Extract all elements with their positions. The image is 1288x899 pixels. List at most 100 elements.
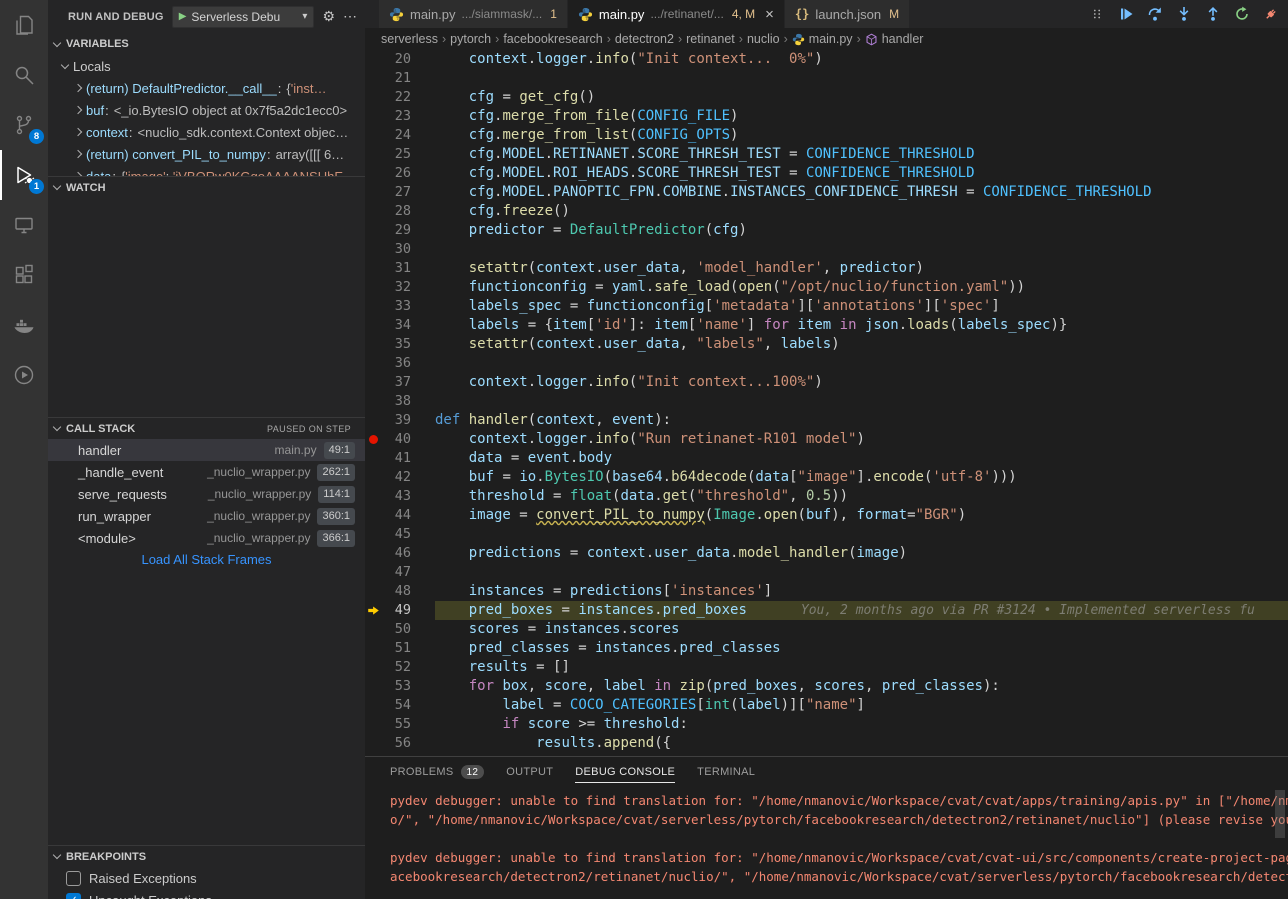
code-line[interactable]: 37 context.logger.info("Init context...1… <box>365 373 1288 392</box>
breakpoint-margin[interactable] <box>365 411 381 430</box>
breakpoint-margin[interactable] <box>365 69 381 88</box>
breakpoint-margin[interactable] <box>365 259 381 278</box>
breadcrumb-item[interactable]: nuclio <box>746 32 781 46</box>
breadcrumb-item[interactable]: handler <box>864 32 925 46</box>
code-line[interactable]: 44 image = convert_PIL_to_numpy(Image.op… <box>365 506 1288 525</box>
explorer-icon[interactable] <box>0 0 48 50</box>
current-frame-arrow-icon[interactable] <box>365 601 381 620</box>
code-line[interactable]: 32 functionconfig = yaml.safe_load(open(… <box>365 278 1288 297</box>
breakpoint-margin[interactable] <box>365 468 381 487</box>
breadcrumb-item[interactable]: serverless <box>380 32 439 46</box>
code-line[interactable]: 39def handler(context, event): <box>365 411 1288 430</box>
tab-main-py-siammask[interactable]: main.py .../siammask/... 1 <box>379 0 568 28</box>
code-line[interactable]: 55 if score >= threshold: <box>365 715 1288 734</box>
code-line[interactable]: 49 pred_boxes = instances.pred_boxesYou,… <box>365 601 1288 620</box>
code-line[interactable]: 22 cfg = get_cfg() <box>365 88 1288 107</box>
code-editor[interactable]: 20 context.logger.info("Init context... … <box>365 50 1288 756</box>
toolbar-drag-grip[interactable] <box>1088 5 1106 23</box>
call-stack-section-header[interactable]: CALL STACK PAUSED ON STEP <box>48 417 365 439</box>
breakpoint-margin[interactable] <box>365 449 381 468</box>
code-line[interactable]: 41 data = event.body <box>365 449 1288 468</box>
breakpoint-item[interactable]: ✓Uncaught Exceptions <box>48 889 365 899</box>
variable-row[interactable]: buf: <_io.BytesIO object at 0x7f5a2dc1ec… <box>48 99 365 121</box>
breakpoint-margin[interactable] <box>365 297 381 316</box>
code-line[interactable]: 47 <box>365 563 1288 582</box>
breakpoint-margin[interactable] <box>365 88 381 107</box>
code-line[interactable]: 46 predictions = context.user_data.model… <box>365 544 1288 563</box>
code-line[interactable]: 51 pred_classes = instances.pred_classes <box>365 639 1288 658</box>
breakpoint-margin[interactable] <box>365 734 381 753</box>
breakpoint-margin[interactable] <box>365 392 381 411</box>
breakpoint-margin[interactable] <box>365 240 381 259</box>
tab-main-py-retinanet[interactable]: main.py .../retinanet/... 4, M × <box>568 0 785 28</box>
code-line[interactable]: 40 context.logger.info("Run retinanet-R1… <box>365 430 1288 449</box>
run-circle-icon[interactable] <box>0 350 48 400</box>
step-out-icon[interactable] <box>1204 5 1222 23</box>
variable-row[interactable]: (return) DefaultPredictor.__call__: {'in… <box>48 77 365 99</box>
breakpoint-margin[interactable] <box>365 487 381 506</box>
tab-terminal[interactable]: TERMINAL <box>697 763 755 783</box>
start-debugging-icon[interactable]: ▶ <box>179 11 187 22</box>
breakpoint-margin[interactable] <box>365 620 381 639</box>
breakpoint-margin[interactable] <box>365 658 381 677</box>
breakpoint-dot[interactable] <box>365 430 381 449</box>
code-line[interactable]: 25 cfg.MODEL.RETINANET.SCORE_THRESH_TEST… <box>365 145 1288 164</box>
breakpoint-margin[interactable] <box>365 50 381 69</box>
breakpoint-margin[interactable] <box>365 715 381 734</box>
breadcrumb-item[interactable]: detectron2 <box>614 32 675 46</box>
code-line[interactable]: 29 predictor = DefaultPredictor(cfg) <box>365 221 1288 240</box>
breakpoint-margin[interactable] <box>365 202 381 221</box>
code-line[interactable]: 30 <box>365 240 1288 259</box>
code-line[interactable]: 42 buf = io.BytesIO(base64.b64decode(dat… <box>365 468 1288 487</box>
breakpoint-margin[interactable] <box>365 183 381 202</box>
watch-section-header[interactable]: WATCH <box>48 176 365 198</box>
breadcrumb-item[interactable]: facebookresearch <box>502 32 603 46</box>
code-line[interactable]: 20 context.logger.info("Init context... … <box>365 50 1288 69</box>
breakpoint-margin[interactable] <box>365 563 381 582</box>
code-line[interactable]: 27 cfg.MODEL.PANOPTIC_FPN.COMBINE.INSTAN… <box>365 183 1288 202</box>
disconnect-icon[interactable] <box>1262 5 1280 23</box>
code-line[interactable]: 26 cfg.MODEL.ROI_HEADS.SCORE_THRESH_TEST… <box>365 164 1288 183</box>
code-line[interactable]: 31 setattr(context.user_data, 'model_han… <box>365 259 1288 278</box>
tab-problems[interactable]: PROBLEMS 12 <box>390 763 484 783</box>
code-line[interactable]: 21 <box>365 69 1288 88</box>
breakpoint-margin[interactable] <box>365 278 381 297</box>
breakpoint-margin[interactable] <box>365 126 381 145</box>
breakpoint-margin[interactable] <box>365 525 381 544</box>
panel-scrollbar[interactable] <box>1275 790 1285 838</box>
breakpoint-margin[interactable] <box>365 164 381 183</box>
breadcrumb-item[interactable]: main.py <box>791 32 854 46</box>
tab-debug-console[interactable]: DEBUG CONSOLE <box>575 763 675 783</box>
stack-frame-row[interactable]: run_wrapper_nuclio_wrapper.py360:1 <box>48 505 365 527</box>
step-into-icon[interactable] <box>1175 5 1193 23</box>
load-all-stack-frames-link[interactable]: Load All Stack Frames <box>48 549 365 571</box>
restart-icon[interactable] <box>1233 5 1251 23</box>
continue-icon[interactable] <box>1117 5 1135 23</box>
docker-icon[interactable] <box>0 300 48 350</box>
tab-output[interactable]: OUTPUT <box>506 763 553 783</box>
launch-config-select[interactable]: ▶ Serverless Debu ▾ <box>172 6 315 28</box>
more-actions-icon[interactable]: ⋯ <box>343 8 357 25</box>
breakpoint-margin[interactable] <box>365 335 381 354</box>
code-line[interactable]: 33 labels_spec = functionconfig['metadat… <box>365 297 1288 316</box>
variable-row[interactable]: context: <nuclio_sdk.context.Context obj… <box>48 121 365 143</box>
step-over-icon[interactable] <box>1146 5 1164 23</box>
code-line[interactable]: 56 results.append({ <box>365 734 1288 753</box>
breakpoint-margin[interactable] <box>365 145 381 164</box>
breakpoint-margin[interactable] <box>365 639 381 658</box>
code-line[interactable]: 23 cfg.merge_from_file(CONFIG_FILE) <box>365 107 1288 126</box>
gear-icon[interactable]: ⚙ <box>322 8 335 25</box>
code-line[interactable]: 34 labels = {item['id']: item['name'] fo… <box>365 316 1288 335</box>
source-control-icon[interactable]: 8 <box>0 100 48 150</box>
variable-row[interactable]: data: {'image': 'iVBORw0KGgoAAAANSUhE… <box>48 165 365 176</box>
variable-row[interactable]: (return) convert_PIL_to_numpy: array([[[… <box>48 143 365 165</box>
code-line[interactable]: 38 <box>365 392 1288 411</box>
extensions-icon[interactable] <box>0 250 48 300</box>
code-line[interactable]: 28 cfg.freeze() <box>365 202 1288 221</box>
scope-locals[interactable]: Locals <box>48 55 365 77</box>
breakpoint-margin[interactable] <box>365 316 381 335</box>
code-line[interactable]: 24 cfg.merge_from_list(CONFIG_OPTS) <box>365 126 1288 145</box>
stack-frame-row[interactable]: _handle_event_nuclio_wrapper.py262:1 <box>48 461 365 483</box>
code-line[interactable]: 35 setattr(context.user_data, "labels", … <box>365 335 1288 354</box>
code-line[interactable]: 43 threshold = float(data.get("threshold… <box>365 487 1288 506</box>
